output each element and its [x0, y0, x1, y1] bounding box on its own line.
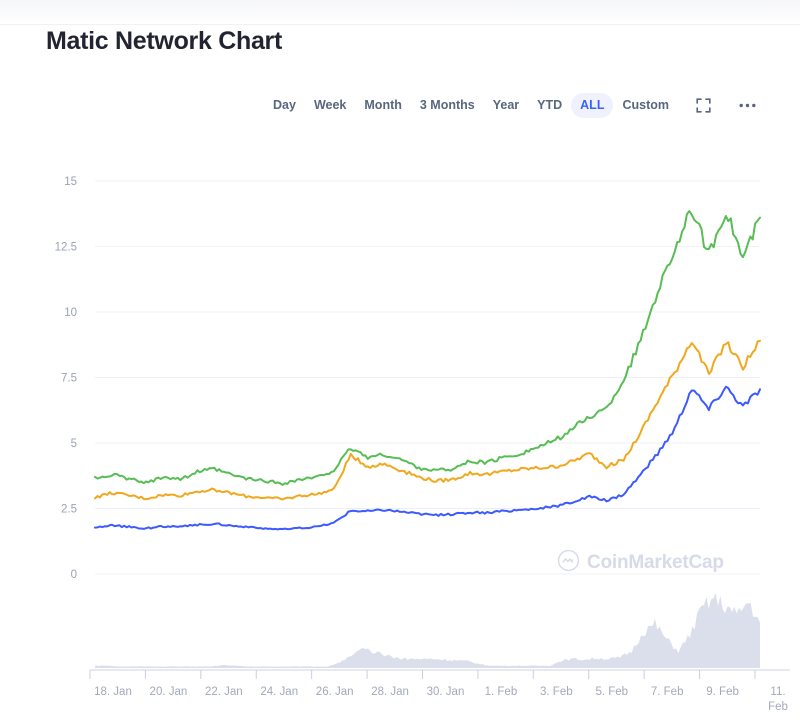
window-top-band: [0, 0, 800, 24]
y-axis-tick-label: 15: [64, 176, 77, 188]
x-axis-tick-label: 18. Jan: [94, 686, 132, 698]
chart-x-axis-labels: 18. Jan 20. Jan 22. Jan 24. Jan 26. Jan 28. J…: [94, 686, 788, 713]
x-axis-tick-label: 24. Jan: [260, 686, 298, 698]
y-axis-tick-label: 0: [71, 569, 77, 581]
y-axis-tick-label: 5: [71, 438, 77, 450]
x-axis-tick-label: 22. Jan: [205, 686, 243, 698]
range-button-ytd[interactable]: YTD: [528, 93, 571, 118]
range-button-day[interactable]: Day: [264, 93, 305, 118]
y-axis-tick-label: 7.5: [61, 373, 77, 385]
fullscreen-icon[interactable]: [692, 94, 714, 116]
x-axis-tick-label: 9. Feb: [706, 686, 739, 698]
more-horizontal-icon[interactable]: [736, 94, 758, 116]
x-axis-tick-label: 26. Jan: [316, 686, 354, 698]
x-axis-tick-label: 5. Feb: [595, 686, 628, 698]
chart-line-orange-series: [94, 339, 761, 501]
chart-volume-series: [95, 593, 760, 668]
range-button-week[interactable]: Week: [305, 93, 355, 118]
chart-x-axis: [89, 669, 790, 679]
page-title: Matic Network Chart: [46, 27, 283, 55]
x-axis-tick-label: 7. Feb: [651, 686, 684, 698]
range-button-3-months[interactable]: 3 Months: [411, 93, 484, 118]
x-axis-tick-label: 28. Jan: [371, 686, 409, 698]
range-toolbar: Day Week Month 3 Months Year YTD ALL Cus…: [46, 92, 758, 118]
y-axis-tick-label: 12.5: [55, 242, 77, 254]
chart-y-axis-labels: 0 2.5 5 7.5 10 12.5 15: [55, 176, 77, 581]
volume-area: [95, 593, 760, 668]
range-button-year[interactable]: Year: [484, 93, 528, 118]
y-axis-tick-label: 10: [64, 307, 77, 319]
x-axis-tick-label: 11. Feb: [768, 686, 788, 713]
x-axis-tick-label: 20. Jan: [150, 686, 188, 698]
y-axis-tick-label: 2.5: [61, 504, 77, 516]
chart-line-green-series: [94, 210, 761, 486]
chart-canvas[interactable]: 0 2.5 5 7.5 10 12.5 15 18. Jan 20. Jan 22. Jan 24…: [0, 150, 800, 728]
range-button-custom[interactable]: Custom: [613, 93, 678, 118]
range-button-month[interactable]: Month: [355, 93, 410, 118]
chart-line-series: [94, 210, 761, 531]
x-axis-tick-label: 3. Feb: [540, 686, 573, 698]
x-axis-tick-label: 1. Feb: [485, 686, 518, 698]
chart-gridlines: [95, 180, 760, 575]
range-button-all[interactable]: ALL: [571, 92, 614, 118]
price-chart[interactable]: 0 2.5 5 7.5 10 12.5 15 18. Jan 20. Jan 22. Jan 24…: [0, 150, 800, 728]
chart-line-blue-series: [94, 385, 761, 531]
x-axis-tick-label: 30. Jan: [427, 686, 465, 698]
chart-page: Matic Network Chart Day Week Month 3 Mon…: [0, 0, 800, 728]
